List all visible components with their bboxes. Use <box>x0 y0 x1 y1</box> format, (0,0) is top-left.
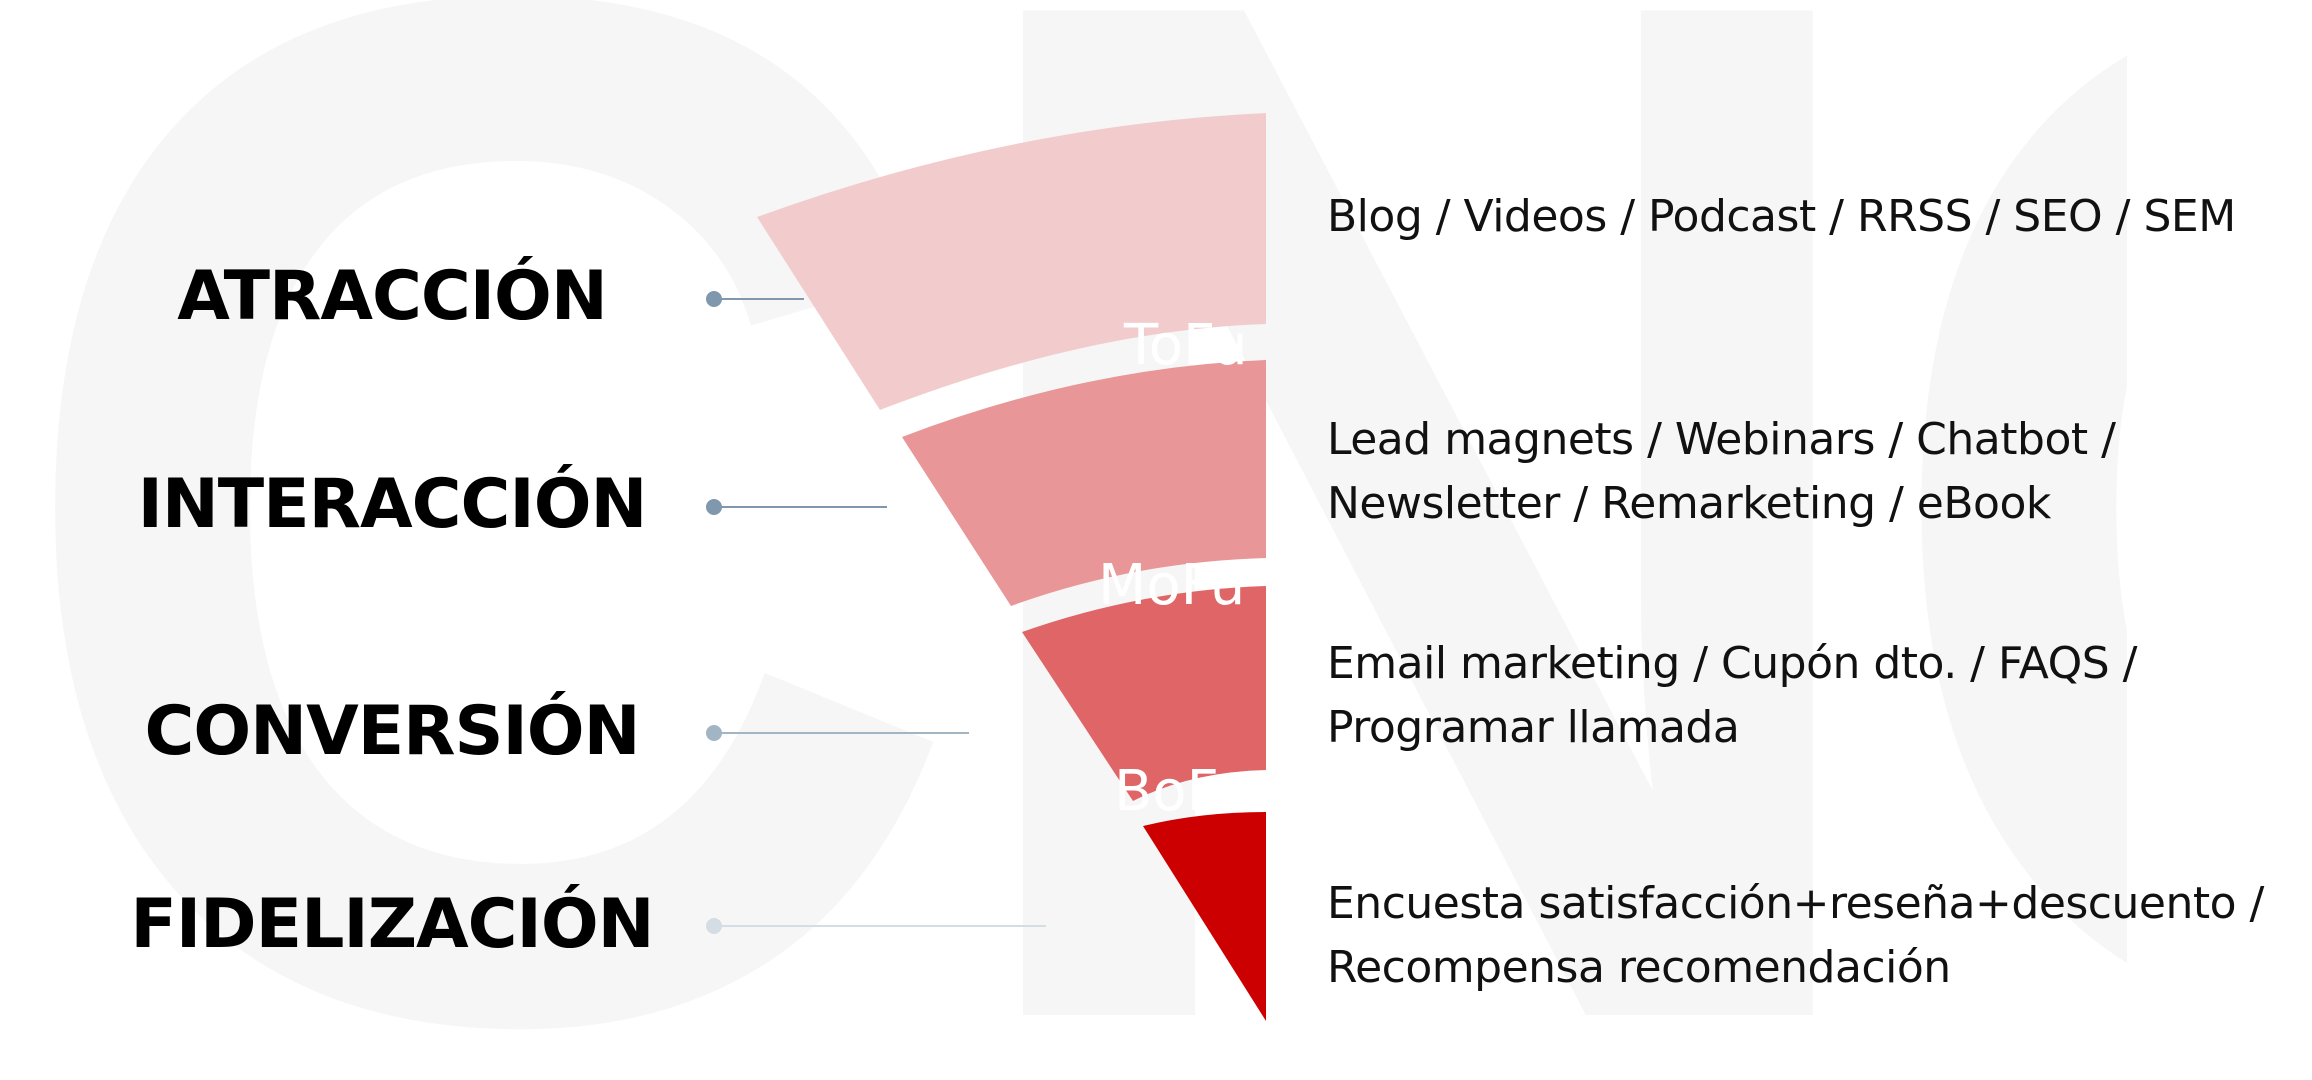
connector-dot <box>706 725 722 741</box>
stage-description-atraccion: Blog / Videos / Podcast / RRSS / SEO / S… <box>1327 185 2287 249</box>
stage-connector-interaccion <box>706 499 887 515</box>
stage-label-interaccion: INTERACCIÓN <box>137 465 648 544</box>
connector-dot <box>706 291 722 307</box>
description-line: Lead magnets / Webinars / Chatbot / <box>1327 414 2116 465</box>
stage-label-fidelizacion: FIDELIZACIÓN <box>130 885 654 964</box>
description-line: Encuesta satisfacción+reseña+descuento / <box>1327 878 2264 929</box>
stage-connector-fidelizacion <box>706 918 1046 934</box>
description-line: Blog / Videos / Podcast / RRSS / SEO / S… <box>1327 191 2236 242</box>
stage-description-conversion: Email marketing / Cupón dto. / FAQS / Pr… <box>1327 632 2287 760</box>
stage-description-fidelizacion: Encuesta satisfacción+reseña+descuento /… <box>1327 872 2287 1000</box>
stage-connector-atraccion <box>706 291 804 307</box>
stage-connector-conversion <box>706 725 969 741</box>
description-line: Recompensa recomendación <box>1327 942 1951 993</box>
stage-label-atraccion: ATRACCIÓN <box>177 257 608 336</box>
funnel-label-bofu: BoFu <box>1114 759 1251 824</box>
funnel-segment-retention <box>1143 812 1266 1021</box>
description-line: Newsletter / Remarketing / eBook <box>1327 478 2051 529</box>
description-line: Programar llamada <box>1327 702 1740 753</box>
funnel-label-mofu: MoFu <box>1098 553 1245 618</box>
connector-dot <box>706 918 722 934</box>
stage-label-conversion: CONVERSIÓN <box>144 692 640 771</box>
funnel-label-tofu: ToFu <box>1123 313 1248 378</box>
connector-dot <box>706 499 722 515</box>
stage-description-interaccion: Lead magnets / Webinars / Chatbot / News… <box>1327 408 2287 536</box>
description-line: Email marketing / Cupón dto. / FAQS / <box>1327 638 2137 689</box>
